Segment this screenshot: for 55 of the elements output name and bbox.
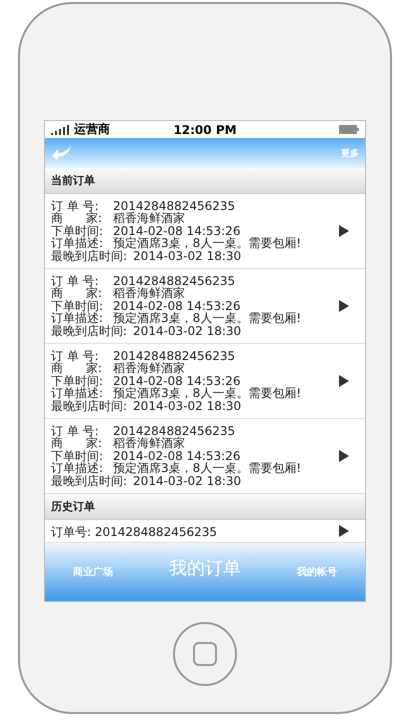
field-label: 下单时间:: [51, 374, 104, 388]
play-icon: [339, 525, 349, 537]
field-value: 2014284882456235: [113, 200, 236, 212]
home-button[interactable]: [173, 622, 237, 686]
field-label: 商 家:: [51, 437, 103, 450]
field-value: 2014-02-08 14:53:26: [113, 450, 240, 462]
field-label: 最晚到店时间:: [51, 400, 128, 412]
play-icon: [339, 450, 349, 462]
field-value: 稻香海鲜酒家: [113, 212, 185, 225]
order-number: 订单号: 2014284882456235: [51, 525, 218, 539]
field-value: 预定酒席3桌，8人一桌。需要包厢!: [113, 237, 302, 250]
field-label: 商 家:: [51, 287, 103, 300]
field-value: 2014-02-08 14:53:26: [113, 300, 240, 312]
field-label: 订单描述:: [51, 462, 104, 475]
back-arrow-icon: [51, 144, 73, 162]
field-label: 商 家:: [51, 362, 103, 375]
field-value: 预定酒席3桌，8人一桌。需要包厢!: [113, 462, 302, 475]
field-value: 2014-03-02 18:30: [133, 474, 242, 488]
field-label: 订 单 号:: [51, 424, 100, 438]
field-value: 稻香海鲜酒家: [113, 437, 185, 450]
section-header: 历史订单: [45, 494, 365, 520]
field-value: 2014-03-02 18:30: [133, 250, 242, 262]
field-label: 订单描述:: [51, 312, 104, 325]
field-label: 最晚到店时间:: [51, 324, 128, 338]
field-value: 2014284882456235: [113, 274, 236, 288]
signal-icon: [51, 124, 71, 134]
field-label: 订单描述:: [51, 387, 104, 400]
field-label: 订 单 号:: [51, 274, 100, 288]
field-value: 2014-02-08 14:53:26: [113, 374, 240, 388]
field-value: 预定酒席3桌，8人一桌。需要包厢!: [113, 387, 302, 400]
field-value: 2014-03-02 18:30: [133, 324, 242, 338]
field-label: 最晚到店时间:: [51, 474, 128, 488]
field-value: 2014-02-08 14:53:26: [113, 224, 240, 238]
field-value: 2014-03-02 18:30: [133, 400, 242, 412]
field-value: 预定酒席3桌，8人一桌。需要包厢!: [113, 312, 302, 325]
field-value: 2014284882456235: [113, 350, 236, 362]
field-value: 2014284882456235: [113, 424, 236, 438]
field-label: 最晚到店时间:: [51, 250, 128, 262]
play-icon: [339, 225, 349, 237]
field-label: 商 家:: [51, 212, 103, 225]
play-icon: [339, 300, 349, 312]
field-value: 稻香海鲜酒家: [113, 287, 185, 300]
play-icon: [339, 375, 349, 387]
section-header: 当前订单: [45, 168, 365, 194]
carrier-name: 运营商: [74, 121, 110, 138]
battery-icon: [339, 125, 359, 134]
field-label: 订 单 号:: [51, 350, 100, 362]
field-label: 下单时间:: [51, 450, 104, 462]
field-label: 订 单 号:: [51, 200, 100, 212]
field-value: 稻香海鲜酒家: [113, 362, 185, 375]
field-label: 订单描述:: [51, 237, 104, 250]
field-label: 下单时间:: [51, 300, 104, 312]
status-time: 12:00 PM: [173, 122, 237, 136]
back-button[interactable]: [51, 144, 73, 162]
field-label: 下单时间:: [51, 224, 104, 238]
